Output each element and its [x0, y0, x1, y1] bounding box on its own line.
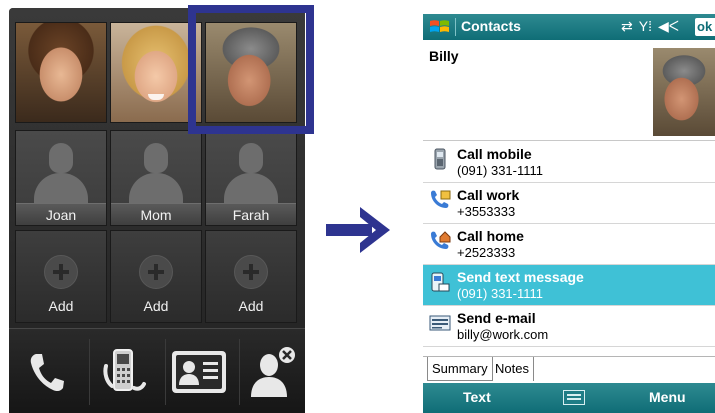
softkey-bar: Text Menu [423, 383, 715, 413]
add-favorite-tile-2[interactable]: Add [110, 230, 202, 323]
phone-icon [30, 354, 64, 392]
tab-summary[interactable]: Summary [427, 357, 493, 381]
contact-photo [653, 48, 715, 136]
contact-header: Billy [423, 40, 715, 141]
signal-icon[interactable]: Y⁞ [639, 18, 652, 35]
arrow-right-icon [326, 207, 390, 253]
contact-name: Billy [429, 48, 459, 64]
person-silhouette-icon [32, 143, 90, 207]
screenshot-stage: Joan Mom Farah Add Add Add Contacts ⇄ Y⁞… [0, 0, 715, 413]
add-label: Add [143, 298, 169, 314]
contact-card-screen: Contacts ⇄ Y⁞ ◀ᐸ ok Billy Call mobile (0… [423, 14, 715, 413]
status-icons: ⇄ Y⁞ ◀ᐸ [621, 18, 679, 35]
home-phone-icon [431, 231, 451, 249]
title-bar: Contacts ⇄ Y⁞ ◀ᐸ ok [423, 14, 715, 40]
add-label: Add [48, 298, 74, 314]
plus-icon [139, 255, 173, 289]
action-call-work[interactable]: Call work +3553333 [423, 183, 715, 224]
favorite-tile-joan[interactable]: Joan [15, 130, 107, 226]
contact-photo [16, 23, 106, 122]
remove-contact-icon [250, 347, 295, 397]
favorite-name: Joan [16, 203, 106, 225]
phone-button[interactable] [13, 339, 79, 405]
windows-start-icon[interactable] [429, 18, 451, 36]
window-title: Contacts [461, 18, 521, 34]
contact-actions-list: Call mobile (091) 331-1111 Call work +35… [423, 142, 715, 347]
menu-softkey[interactable]: Menu [649, 389, 686, 405]
volume-icon[interactable]: ◀ᐸ [658, 18, 679, 35]
email-icon [429, 315, 451, 331]
person-silhouette-icon [222, 143, 280, 207]
favorite-name: Farah [206, 203, 296, 225]
selected-favorite-highlight [188, 5, 314, 134]
tab-notes[interactable]: Notes [491, 357, 534, 381]
action-value: +3553333 [457, 204, 516, 219]
person-silhouette-icon [127, 143, 185, 207]
add-label: Add [238, 298, 264, 314]
action-send-text-message[interactable]: Send text message (091) 331-1111 [423, 265, 715, 306]
favorite-tile-photo-1[interactable] [15, 22, 107, 123]
action-send-email[interactable]: Send e-mail billy@work.com [423, 306, 715, 347]
action-call-home[interactable]: Call home +2523333 [423, 224, 715, 265]
favorite-tile-mom[interactable]: Mom [110, 130, 202, 226]
action-title: Send text message [457, 269, 584, 285]
action-value: +2523333 [457, 245, 516, 260]
ok-button[interactable]: ok [695, 18, 715, 36]
action-title: Send e-mail [457, 310, 536, 326]
contact-card-icon [171, 351, 226, 393]
sync-icon[interactable]: ⇄ [621, 18, 633, 35]
contact-card-button[interactable] [165, 339, 231, 405]
smile [148, 94, 164, 100]
favorite-tile-farah[interactable]: Farah [205, 130, 297, 226]
mobile-phone-icon [434, 148, 446, 170]
add-favorite-tile-1[interactable]: Add [15, 230, 107, 323]
title-separator [455, 18, 456, 36]
plus-icon [44, 255, 78, 289]
work-phone-icon [431, 190, 451, 208]
tab-strip: Summary Notes [423, 356, 715, 381]
call-history-icon [102, 349, 146, 391]
favorites-toolbar [9, 328, 305, 413]
action-title: Call mobile [457, 146, 532, 162]
remove-contact-button[interactable] [239, 339, 305, 405]
action-value: (091) 331-1111 [457, 163, 544, 178]
keyboard-icon[interactable] [563, 390, 585, 405]
add-favorite-tile-3[interactable]: Add [205, 230, 297, 323]
plus-icon [234, 255, 268, 289]
action-value: (091) 331-1111 [457, 286, 544, 301]
action-call-mobile[interactable]: Call mobile (091) 331-1111 [423, 142, 715, 183]
call-history-button[interactable] [89, 339, 155, 405]
sms-icon [431, 272, 450, 292]
favorite-name: Mom [111, 203, 201, 225]
action-title: Call work [457, 187, 520, 203]
text-softkey[interactable]: Text [463, 389, 491, 405]
action-value: billy@work.com [457, 327, 549, 342]
action-title: Call home [457, 228, 524, 244]
